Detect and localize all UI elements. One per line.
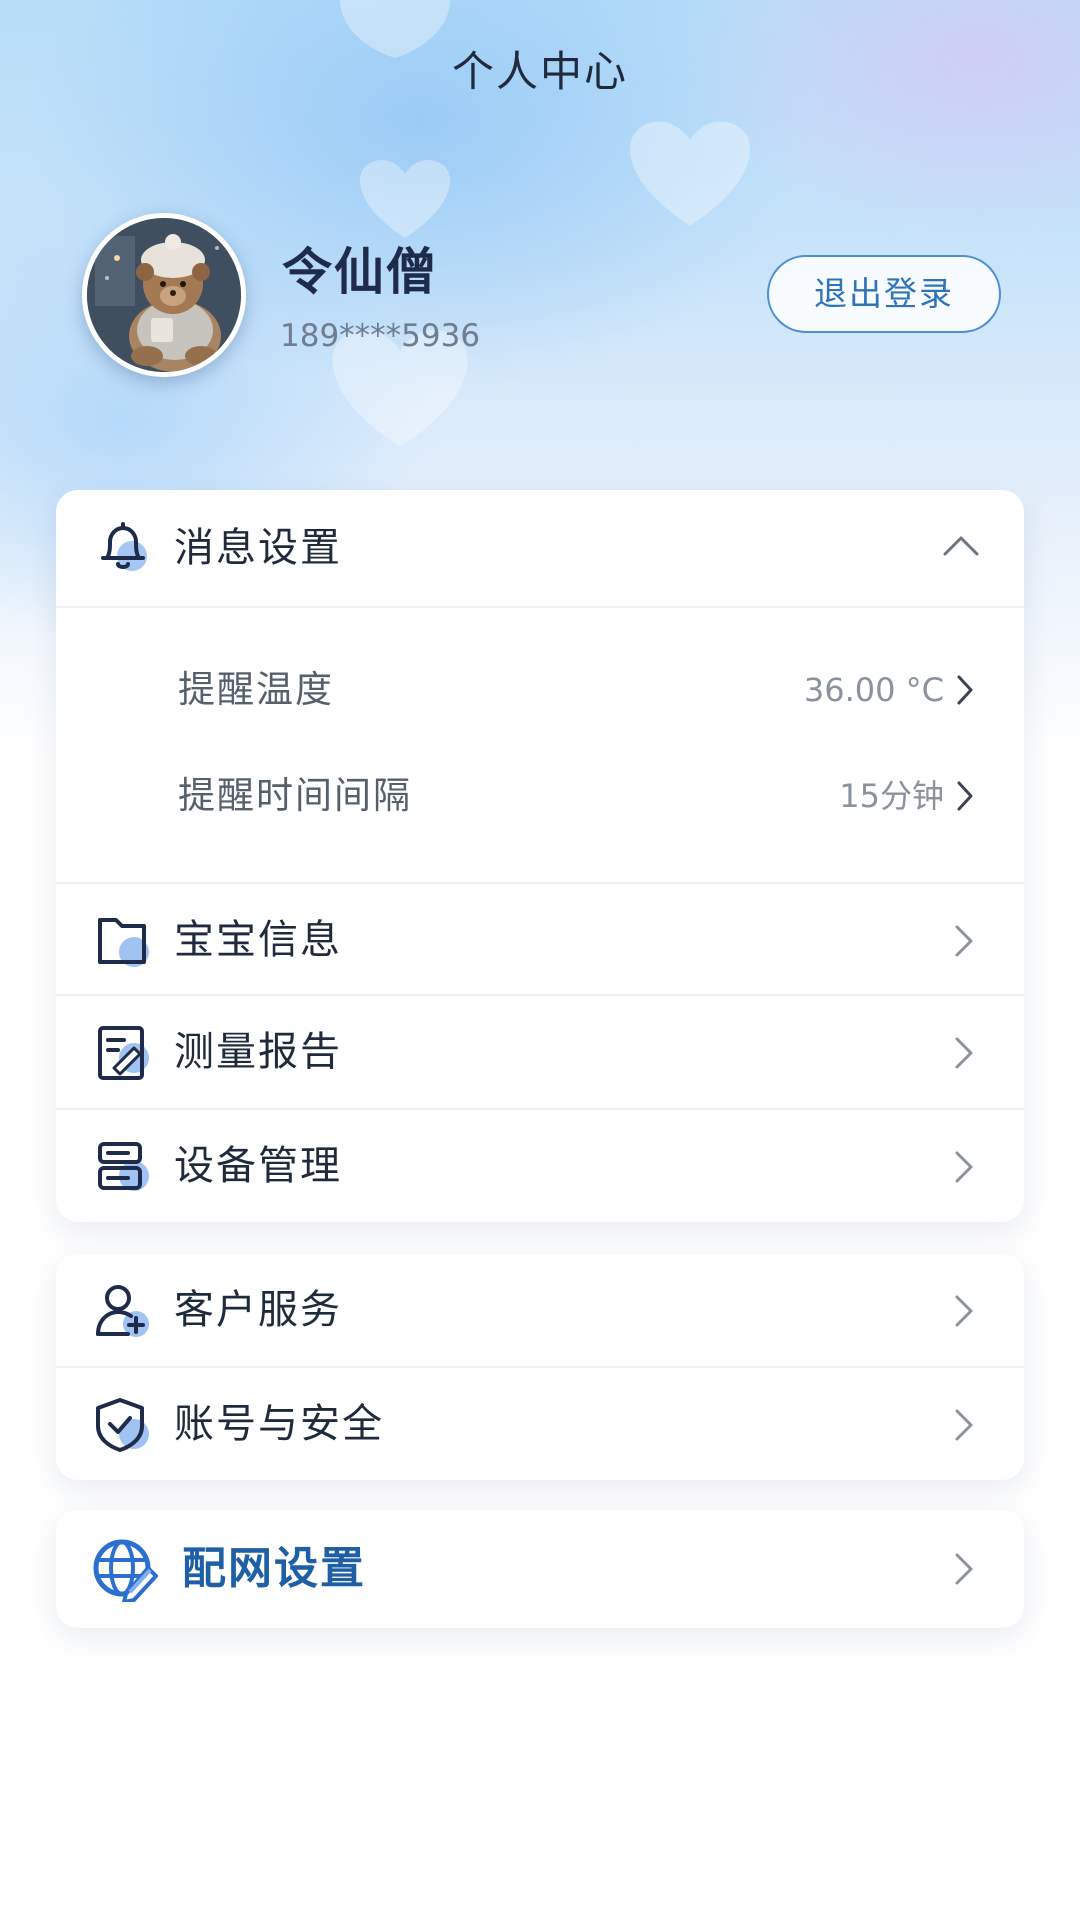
baby-info-label: 宝宝信息 bbox=[174, 917, 342, 963]
network-settings-row[interactable]: 配网设置 bbox=[56, 1510, 1024, 1628]
page-title: 个人中心 bbox=[451, 47, 628, 96]
user-phone: 189****5936 bbox=[280, 318, 481, 354]
divider bbox=[56, 606, 1024, 608]
message-settings-row[interactable]: 消息设置 bbox=[56, 490, 1024, 606]
heart-decoration bbox=[360, 160, 450, 238]
avatar[interactable] bbox=[82, 213, 246, 377]
globe-edit-icon bbox=[93, 1539, 158, 1602]
chevron-right-icon bbox=[957, 781, 973, 811]
teddy-bear-avatar-image bbox=[87, 218, 241, 372]
baby-info-row[interactable]: 宝宝信息 bbox=[56, 884, 1024, 996]
chevron-right-icon bbox=[955, 1553, 973, 1585]
reminder-interval-label: 提醒时间间隔 bbox=[178, 774, 412, 817]
user-add-icon bbox=[96, 1285, 149, 1337]
report-icon bbox=[98, 1026, 149, 1080]
folder-icon bbox=[98, 918, 149, 967]
device-management-label: 设备管理 bbox=[174, 1143, 342, 1189]
chevron-right-icon bbox=[955, 1151, 973, 1183]
logout-button[interactable]: 退出登录 bbox=[767, 255, 1001, 333]
reminder-interval-row[interactable]: 提醒时间间隔 15分钟 bbox=[56, 746, 1024, 846]
chevron-right-icon bbox=[955, 1037, 973, 1069]
account-card: 客户服务 账号与安全 bbox=[56, 1254, 1024, 1480]
customer-service-row[interactable]: 客户服务 bbox=[56, 1254, 1024, 1366]
chevron-up-icon[interactable] bbox=[942, 534, 980, 558]
account-security-row[interactable]: 账号与安全 bbox=[56, 1368, 1024, 1480]
reminder-interval-value: 15分钟 bbox=[839, 777, 944, 815]
message-settings-label: 消息设置 bbox=[174, 525, 342, 571]
shield-check-icon bbox=[96, 1398, 149, 1452]
device-management-row[interactable]: 设备管理 bbox=[56, 1110, 1024, 1222]
customer-service-label: 客户服务 bbox=[174, 1287, 342, 1333]
reminder-temperature-label: 提醒温度 bbox=[178, 668, 334, 711]
reminder-temperature-row[interactable]: 提醒温度 36.00 °C bbox=[56, 640, 1024, 740]
network-card: 配网设置 bbox=[56, 1510, 1024, 1628]
device-icon bbox=[98, 1142, 149, 1191]
chevron-right-icon bbox=[955, 1295, 973, 1327]
account-security-label: 账号与安全 bbox=[174, 1401, 384, 1447]
chevron-right-icon bbox=[957, 675, 973, 705]
network-settings-label: 配网设置 bbox=[182, 1543, 366, 1594]
user-name: 令仙僧 bbox=[282, 243, 438, 301]
bell-icon bbox=[101, 522, 147, 571]
measurement-report-label: 测量报告 bbox=[174, 1029, 342, 1075]
heart-decoration bbox=[630, 121, 750, 226]
settings-card: 消息设置 提醒温度 36.00 °C 提醒时间间隔 15分钟 宝宝信息 测量报告… bbox=[56, 490, 1024, 1222]
measurement-report-row[interactable]: 测量报告 bbox=[56, 996, 1024, 1108]
chevron-right-icon bbox=[955, 925, 973, 957]
chevron-right-icon bbox=[955, 1409, 973, 1441]
reminder-temperature-value: 36.00 °C bbox=[803, 671, 944, 709]
